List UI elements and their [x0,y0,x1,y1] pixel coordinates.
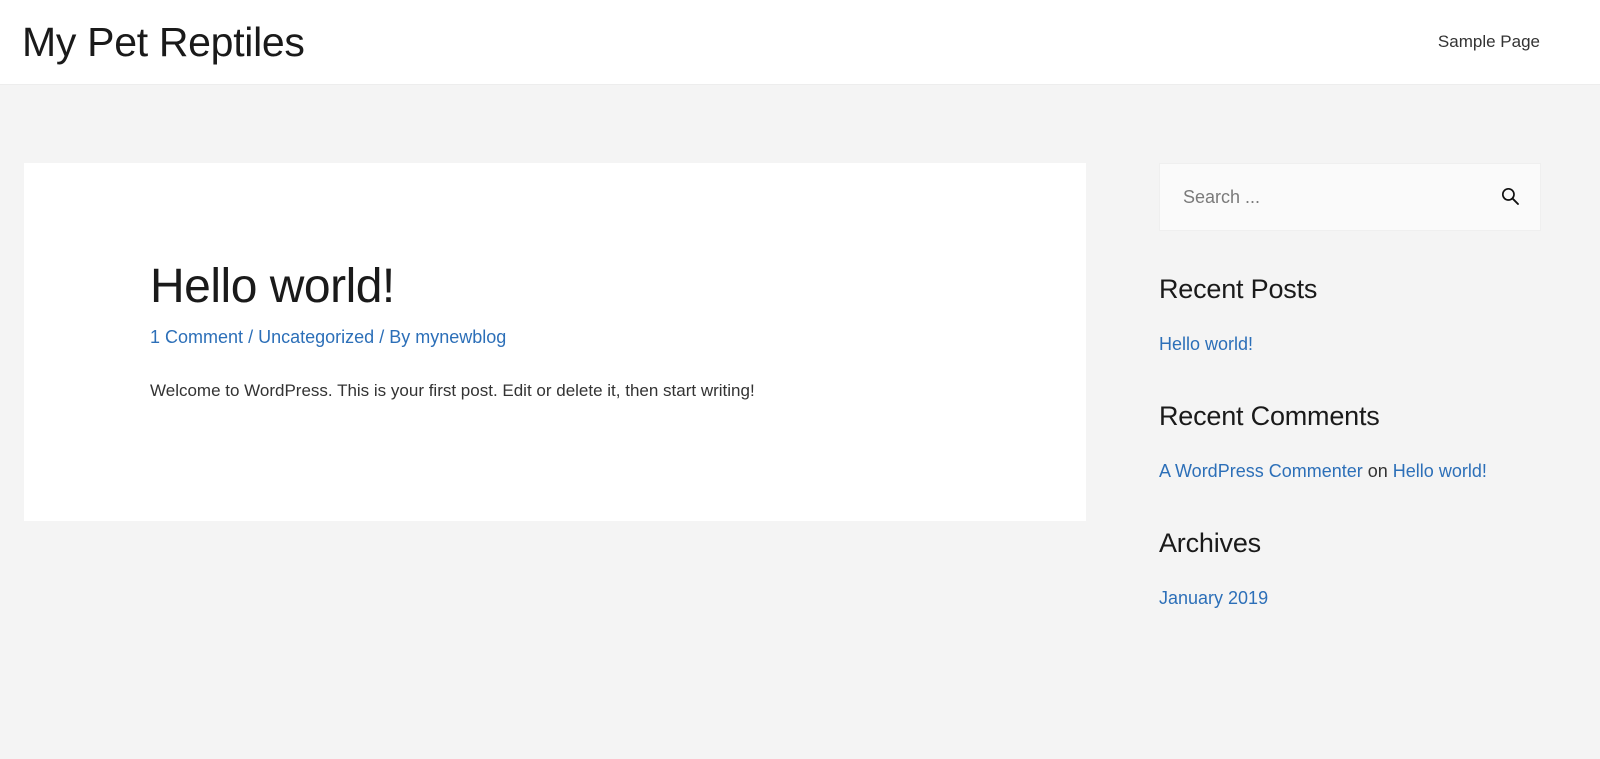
sidebar: Recent Posts Hello world! Recent Comment… [1159,163,1541,620]
widget-recent-comments: Recent Comments A WordPress Commenter on… [1159,401,1541,485]
post-author-link[interactable]: By mynewblog [389,327,506,347]
widget-title-archives: Archives [1159,528,1261,558]
page-wrapper: Hello world! 1 Comment / Uncategorized /… [0,85,1600,620]
meta-separator-2: / [379,326,385,347]
comment-post-link[interactable]: Hello world! [1393,461,1487,481]
search-form [1159,163,1541,231]
search-input[interactable] [1160,164,1540,230]
meta-separator-1: / [248,326,254,347]
list-item: Hello world! [1159,331,1541,358]
comment-author-link[interactable]: A WordPress Commenter [1159,461,1363,481]
post-category-link[interactable]: Uncategorized [258,327,374,347]
main-navigation: Sample Page [1438,32,1576,52]
post-article: Hello world! 1 Comment / Uncategorized /… [24,163,1086,521]
recent-posts-list: Hello world! [1159,331,1541,358]
search-submit-button[interactable] [1498,185,1522,209]
comment-connector: on [1367,461,1388,481]
page-title: My Pet Reptiles [22,19,305,65]
nav-item-sample-page[interactable]: Sample Page [1438,32,1540,52]
site-header: My Pet Reptiles Sample Page [0,0,1600,85]
content-column: Hello world! 1 Comment / Uncategorized /… [24,163,1086,521]
archives-list: January 2019 [1159,585,1541,612]
archive-link[interactable]: January 2019 [1159,588,1268,608]
widget-title-recent-comments: Recent Comments [1159,401,1380,431]
list-item: A WordPress Commenter on Hello world! [1159,458,1541,485]
post-meta: 1 Comment / Uncategorized / By mynewblog [150,324,1086,351]
recent-comments-list: A WordPress Commenter on Hello world! [1159,458,1541,485]
post-body-text: Welcome to WordPress. This is your first… [150,380,755,400]
widget-archives: Archives January 2019 [1159,528,1541,612]
site-title-link[interactable]: My Pet Reptiles [22,19,305,65]
search-icon [1500,186,1520,209]
widget-title-recent-posts: Recent Posts [1159,274,1318,304]
list-item: January 2019 [1159,585,1541,612]
recent-post-link[interactable]: Hello world! [1159,334,1253,354]
widget-recent-posts: Recent Posts Hello world! [1159,274,1541,358]
post-title: Hello world! [150,260,395,313]
post-comments-link[interactable]: 1 Comment [150,327,243,347]
